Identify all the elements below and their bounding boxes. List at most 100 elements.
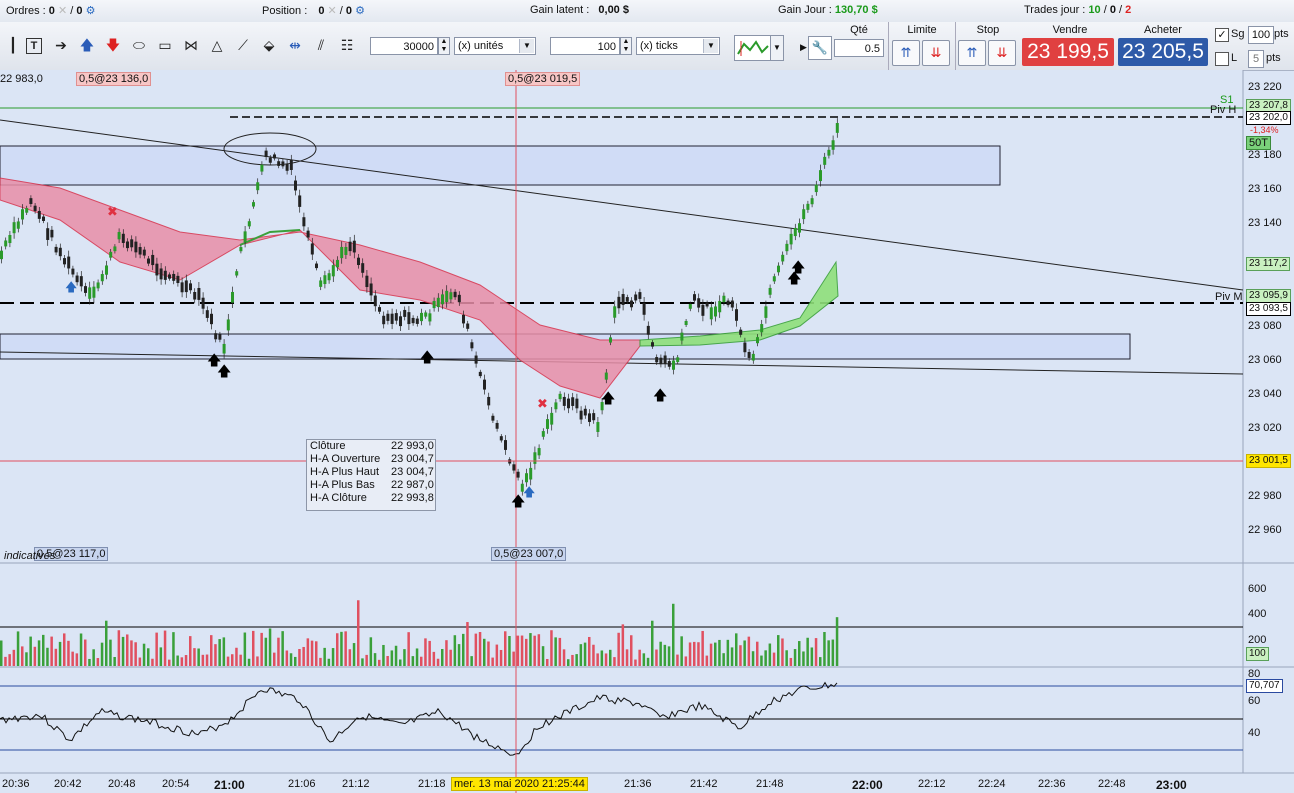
volume-bar bbox=[403, 649, 406, 666]
quantity-stepper[interactable]: ▲ ▼ bbox=[438, 37, 450, 55]
candle bbox=[604, 372, 608, 380]
channel-tool-icon[interactable]: ⬙ bbox=[260, 36, 278, 54]
price-chart[interactable]: 🡅🡅🡅🡅🡅 🡅🡅🡅✖✖🡅🡅 bbox=[0, 70, 1294, 793]
sg-input[interactable]: 100 bbox=[1248, 26, 1274, 44]
ticks-input[interactable]: 100 bbox=[550, 37, 620, 55]
ellipse-tool-icon[interactable]: ⬭ bbox=[130, 36, 148, 54]
parallel-lines-icon[interactable]: ⫽ bbox=[312, 36, 330, 54]
expand-icon[interactable]: ▶ bbox=[800, 42, 807, 53]
candle bbox=[554, 402, 558, 410]
volume-bar bbox=[113, 656, 116, 666]
rectangle-tool-icon[interactable]: ▭ bbox=[156, 36, 174, 54]
chevron-down-icon[interactable]: ▼ bbox=[519, 39, 534, 53]
volume-bar bbox=[319, 657, 322, 666]
candle bbox=[96, 282, 100, 289]
quantity-units-input[interactable]: 30000 bbox=[370, 37, 438, 55]
ticks-select-label: (x) ticks bbox=[640, 40, 678, 52]
candle bbox=[54, 246, 58, 253]
l-input[interactable]: 5 bbox=[1248, 50, 1264, 68]
candle bbox=[579, 410, 583, 420]
ticks-stepper[interactable]: ▲ ▼ bbox=[620, 37, 632, 55]
arrow-down-icon[interactable]: 🡇 bbox=[104, 36, 122, 54]
candle bbox=[256, 182, 260, 191]
gear-icon[interactable]: ⚙ bbox=[355, 5, 365, 17]
tooltip-value: 22 987,0 bbox=[391, 479, 434, 491]
units-select-label: (x) unités bbox=[458, 40, 504, 52]
volume-bar bbox=[407, 632, 410, 666]
volume-bar bbox=[751, 651, 755, 666]
sg-checkbox[interactable]: ✓ bbox=[1215, 28, 1229, 42]
volume-bar bbox=[529, 633, 532, 666]
candle bbox=[504, 440, 507, 450]
order-marker-bottom-center[interactable]: 0,5@23 007,0 bbox=[491, 547, 567, 561]
arrow-right-icon[interactable]: ➔ bbox=[52, 36, 70, 54]
volume-bar bbox=[331, 648, 335, 666]
candle bbox=[285, 163, 289, 171]
volume-bar bbox=[667, 646, 671, 666]
close-icon[interactable]: ✕ bbox=[58, 5, 67, 17]
tooltip-value: 23 004,7 bbox=[391, 453, 434, 465]
candle bbox=[705, 302, 709, 307]
volume-bar bbox=[105, 620, 108, 666]
triangle-tool-icon[interactable]: △ bbox=[208, 36, 226, 54]
candle bbox=[260, 164, 264, 172]
l-checkbox[interactable] bbox=[1215, 52, 1229, 66]
units-select[interactable]: (x) unités ▼ bbox=[454, 37, 536, 55]
horizontal-line-icon[interactable]: ⇹ bbox=[286, 36, 304, 54]
buy-signal-icon: 🡅 bbox=[420, 350, 434, 366]
volume-bar bbox=[525, 638, 528, 666]
ticks-select[interactable]: (x) ticks ▼ bbox=[636, 37, 720, 55]
position-status[interactable]: Position : 0 ✕ / 0 ⚙ bbox=[262, 4, 365, 17]
volume-bar bbox=[718, 639, 721, 666]
wrench-icon[interactable]: 🔧 bbox=[808, 36, 832, 60]
price-tick: 22 980 bbox=[1248, 490, 1282, 502]
volume-bar bbox=[365, 654, 368, 666]
candle bbox=[781, 254, 785, 262]
chevron-down-icon[interactable]: ▼ bbox=[703, 39, 718, 53]
candle bbox=[289, 159, 293, 170]
limit-buy-button[interactable]: ⇈ bbox=[892, 40, 920, 66]
volume-bar bbox=[483, 638, 486, 666]
line-tool-icon[interactable]: ⟋ bbox=[234, 36, 252, 54]
close-icon[interactable]: ✕ bbox=[328, 5, 337, 17]
stop-buy-button[interactable]: ⇈ bbox=[958, 40, 986, 66]
gear-icon[interactable]: ⚙ bbox=[86, 5, 96, 17]
candle bbox=[609, 337, 612, 343]
sell-button[interactable]: 23 199,5 bbox=[1022, 38, 1114, 66]
limit-sell-button[interactable]: ⇊ bbox=[922, 40, 950, 66]
volume-bar bbox=[399, 659, 402, 666]
arrow-up-icon[interactable]: 🡅 bbox=[78, 36, 96, 54]
text-tool-icon[interactable]: T bbox=[26, 38, 42, 54]
order-marker-top-center[interactable]: 0,5@23 019,5 bbox=[505, 72, 581, 86]
candle bbox=[231, 291, 234, 303]
volume-bar bbox=[491, 657, 494, 666]
buy-signal-icon: 🡅 bbox=[791, 260, 805, 276]
volume-bar bbox=[810, 647, 814, 666]
candle bbox=[655, 357, 659, 363]
volume-bar bbox=[453, 635, 457, 666]
volume-bar bbox=[462, 633, 465, 666]
time-cursor-tag: mer. 13 mai 2020 21:25:44 bbox=[451, 777, 588, 791]
order-marker-top-left[interactable]: 0,5@23 136,0 bbox=[76, 72, 152, 86]
stop-sell-button[interactable]: ⇊ bbox=[988, 40, 1016, 66]
strategy-chart-icon[interactable] bbox=[734, 35, 772, 61]
chevron-down-icon[interactable]: ▼ bbox=[770, 35, 784, 61]
volume-bar bbox=[96, 658, 100, 666]
sg-label: Sg bbox=[1231, 28, 1245, 40]
buy-button[interactable]: 23 205,5 bbox=[1118, 38, 1208, 66]
volume-bar bbox=[226, 656, 230, 666]
qte-input[interactable]: 0.5 bbox=[834, 39, 884, 57]
volume-bar bbox=[617, 632, 620, 666]
volume-bar bbox=[46, 647, 49, 666]
candle bbox=[323, 275, 327, 285]
cursor-icon[interactable]: ┃ bbox=[4, 36, 22, 54]
candle bbox=[105, 265, 108, 275]
candle bbox=[403, 309, 407, 317]
candle bbox=[819, 170, 822, 182]
orders-status[interactable]: Ordres : 0 ✕ / 0 ⚙ bbox=[6, 4, 95, 17]
candle bbox=[684, 320, 688, 326]
fibonacci-tool-icon[interactable]: ⋈ bbox=[182, 36, 200, 54]
candle bbox=[302, 217, 306, 227]
indicator-tool-icon[interactable]: ☷ bbox=[338, 36, 356, 54]
volume-bar bbox=[348, 649, 352, 666]
